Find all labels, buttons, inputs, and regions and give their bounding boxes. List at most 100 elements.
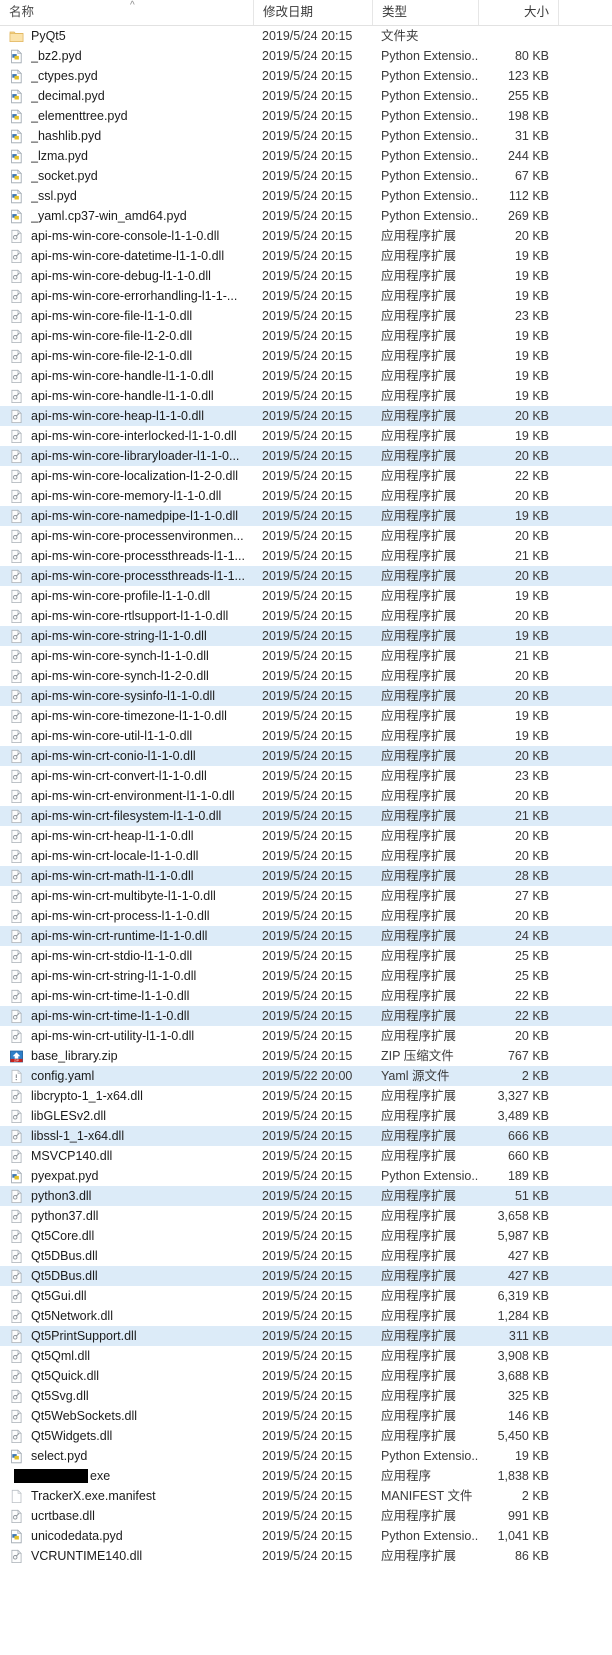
table-row[interactable]: api-ms-win-crt-multibyte-l1-1-0.dll 2019/…: [0, 886, 612, 906]
file-list[interactable]: PyQt5 2019/5/24 20:15 文件夹 _bz2.pyd 2019/5/24…: [0, 26, 612, 1566]
file-name-cell[interactable]: api-ms-win-core-synch-l1-1-0.dll: [0, 646, 253, 666]
file-name-cell[interactable]: libssl-1_1-x64.dll: [0, 1126, 253, 1146]
table-row[interactable]: unicodedata.pyd 2019/5/24 20:15 Python Ext…: [0, 1526, 612, 1546]
file-name-cell[interactable]: config.yaml: [0, 1066, 253, 1086]
file-name-cell[interactable]: api-ms-win-core-memory-l1-1-0.dll: [0, 486, 253, 506]
table-row[interactable]: api-ms-win-core-libraryloader-l1-1-0... 2…: [0, 446, 612, 466]
table-row[interactable]: api-ms-win-crt-environment-l1-1-0.dll 201…: [0, 786, 612, 806]
table-row[interactable]: python3.dll 2019/5/24 20:15 应用程序扩展 51 KB: [0, 1186, 612, 1206]
table-row[interactable]: api-ms-win-core-synch-l1-2-0.dll 2019/5/2…: [0, 666, 612, 686]
table-row[interactable]: api-ms-win-crt-stdio-l1-1-0.dll 2019/5/24…: [0, 946, 612, 966]
file-name-cell[interactable]: api-ms-win-crt-conio-l1-1-0.dll: [0, 746, 253, 766]
file-name-cell[interactable]: api-ms-win-core-profile-l1-1-0.dll: [0, 586, 253, 606]
table-row[interactable]: pyexpat.pyd 2019/5/24 20:15 Python Extensi…: [0, 1166, 612, 1186]
file-name-cell[interactable]: api-ms-win-crt-runtime-l1-1-0.dll: [0, 926, 253, 946]
table-row[interactable]: Qt5DBus.dll 2019/5/24 20:15 应用程序扩展 427 KB: [0, 1266, 612, 1286]
table-row[interactable]: api-ms-win-crt-conio-l1-1-0.dll 2019/5/24…: [0, 746, 612, 766]
file-name-cell[interactable]: api-ms-win-core-processthreads-l1-1...: [0, 566, 253, 586]
file-name-cell[interactable]: api-ms-win-core-synch-l1-2-0.dll: [0, 666, 253, 686]
table-row[interactable]: api-ms-win-core-memory-l1-1-0.dll 2019/5/…: [0, 486, 612, 506]
file-name-cell[interactable]: Qt5Quick.dll: [0, 1366, 253, 1386]
table-row[interactable]: api-ms-win-core-string-l1-1-0.dll 2019/5/…: [0, 626, 612, 646]
file-name-cell[interactable]: python37.dll: [0, 1206, 253, 1226]
file-name-cell[interactable]: api-ms-win-core-file-l2-1-0.dll: [0, 346, 253, 366]
table-row[interactable]: api-ms-win-core-localization-l1-2-0.dll 2…: [0, 466, 612, 486]
file-name-cell[interactable]: api-ms-win-crt-convert-l1-1-0.dll: [0, 766, 253, 786]
table-row[interactable]: api-ms-win-core-timezone-l1-1-0.dll 2019/…: [0, 706, 612, 726]
table-row[interactable]: Qt5Quick.dll 2019/5/24 20:15 应用程序扩展 3,688 K…: [0, 1366, 612, 1386]
file-name-cell[interactable]: exe: [0, 1466, 253, 1486]
file-name-cell[interactable]: api-ms-win-core-processenvironmen...: [0, 526, 253, 546]
table-row[interactable]: PyQt5 2019/5/24 20:15 文件夹: [0, 26, 612, 46]
file-name-cell[interactable]: PyQt5: [0, 26, 253, 46]
file-name-cell[interactable]: api-ms-win-core-file-l1-2-0.dll: [0, 326, 253, 346]
file-name-cell[interactable]: libcrypto-1_1-x64.dll: [0, 1086, 253, 1106]
table-row[interactable]: _bz2.pyd 2019/5/24 20:15 Python Extensio..…: [0, 46, 612, 66]
table-row[interactable]: api-ms-win-core-file-l2-1-0.dll 2019/5/24…: [0, 346, 612, 366]
table-row[interactable]: api-ms-win-crt-string-l1-1-0.dll 2019/5/2…: [0, 966, 612, 986]
table-row[interactable]: ZIP base_library.zip 2019/5/24 20:15 ZIP 压缩…: [0, 1046, 612, 1066]
table-row[interactable]: api-ms-win-crt-time-l1-1-0.dll 2019/5/24 …: [0, 1006, 612, 1026]
file-name-cell[interactable]: TrackerX.exe.manifest: [0, 1486, 253, 1506]
table-row[interactable]: api-ms-win-core-handle-l1-1-0.dll 2019/5/…: [0, 386, 612, 406]
file-name-cell[interactable]: Qt5WebSockets.dll: [0, 1406, 253, 1426]
table-row[interactable]: api-ms-win-crt-runtime-l1-1-0.dll 2019/5/…: [0, 926, 612, 946]
table-row[interactable]: libGLESv2.dll 2019/5/24 20:15 应用程序扩展 3,489 …: [0, 1106, 612, 1126]
table-row[interactable]: _ssl.pyd 2019/5/24 20:15 Python Extensio..…: [0, 186, 612, 206]
table-row[interactable]: api-ms-win-crt-locale-l1-1-0.dll 2019/5/2…: [0, 846, 612, 866]
file-name-cell[interactable]: api-ms-win-core-timezone-l1-1-0.dll: [0, 706, 253, 726]
table-row[interactable]: api-ms-win-crt-heap-l1-1-0.dll 2019/5/24 …: [0, 826, 612, 846]
table-row[interactable]: api-ms-win-core-util-l1-1-0.dll 2019/5/24…: [0, 726, 612, 746]
file-name-cell[interactable]: api-ms-win-core-processthreads-l1-1...: [0, 546, 253, 566]
table-row[interactable]: api-ms-win-core-debug-l1-1-0.dll 2019/5/2…: [0, 266, 612, 286]
file-name-cell[interactable]: api-ms-win-crt-heap-l1-1-0.dll: [0, 826, 253, 846]
table-row[interactable]: ucrtbase.dll 2019/5/24 20:15 应用程序扩展 991 KB: [0, 1506, 612, 1526]
file-name-cell[interactable]: api-ms-win-core-namedpipe-l1-1-0.dll: [0, 506, 253, 526]
file-name-cell[interactable]: _ssl.pyd: [0, 186, 253, 206]
table-row[interactable]: api-ms-win-core-handle-l1-1-0.dll 2019/5/…: [0, 366, 612, 386]
file-name-cell[interactable]: _socket.pyd: [0, 166, 253, 186]
table-row[interactable]: python37.dll 2019/5/24 20:15 应用程序扩展 3,658 K…: [0, 1206, 612, 1226]
table-row[interactable]: _hashlib.pyd 2019/5/24 20:15 Python Extens…: [0, 126, 612, 146]
table-row[interactable]: api-ms-win-core-synch-l1-1-0.dll 2019/5/2…: [0, 646, 612, 666]
file-name-cell[interactable]: api-ms-win-core-handle-l1-1-0.dll: [0, 386, 253, 406]
file-name-cell[interactable]: api-ms-win-crt-time-l1-1-0.dll: [0, 986, 253, 1006]
table-row[interactable]: _lzma.pyd 2019/5/24 20:15 Python Extensio.…: [0, 146, 612, 166]
file-name-cell[interactable]: Qt5Svg.dll: [0, 1386, 253, 1406]
table-row[interactable]: api-ms-win-core-processthreads-l1-1... 20…: [0, 546, 612, 566]
table-row[interactable]: api-ms-win-core-sysinfo-l1-1-0.dll 2019/5…: [0, 686, 612, 706]
table-row[interactable]: api-ms-win-core-errorhandling-l1-1-... 20…: [0, 286, 612, 306]
table-row[interactable]: Qt5WebSockets.dll 2019/5/24 20:15 应用程序扩展 14…: [0, 1406, 612, 1426]
file-name-cell[interactable]: ucrtbase.dll: [0, 1506, 253, 1526]
file-name-cell[interactable]: api-ms-win-core-sysinfo-l1-1-0.dll: [0, 686, 253, 706]
column-header-type[interactable]: 类型: [372, 0, 478, 25]
column-header-name[interactable]: 名称 ^: [0, 0, 253, 25]
file-name-cell[interactable]: api-ms-win-core-util-l1-1-0.dll: [0, 726, 253, 746]
table-row[interactable]: _socket.pyd 2019/5/24 20:15 Python Extensi…: [0, 166, 612, 186]
table-row[interactable]: Qt5PrintSupport.dll 2019/5/24 20:15 应用程序扩展…: [0, 1326, 612, 1346]
table-row[interactable]: config.yaml 2019/5/22 20:00 Yaml 源文件 2 KB: [0, 1066, 612, 1086]
file-name-cell[interactable]: api-ms-win-core-console-l1-1-0.dll: [0, 226, 253, 246]
table-row[interactable]: api-ms-win-core-heap-l1-1-0.dll 2019/5/24…: [0, 406, 612, 426]
table-row[interactable]: Qt5Core.dll 2019/5/24 20:15 应用程序扩展 5,987 KB: [0, 1226, 612, 1246]
file-name-cell[interactable]: api-ms-win-core-interlocked-l1-1-0.dll: [0, 426, 253, 446]
file-name-cell[interactable]: select.pyd: [0, 1446, 253, 1466]
table-row[interactable]: _ctypes.pyd 2019/5/24 20:15 Python Extensi…: [0, 66, 612, 86]
file-name-cell[interactable]: api-ms-win-core-datetime-l1-1-0.dll: [0, 246, 253, 266]
file-name-cell[interactable]: api-ms-win-crt-stdio-l1-1-0.dll: [0, 946, 253, 966]
table-row[interactable]: libssl-1_1-x64.dll 2019/5/24 20:15 应用程序扩展 6…: [0, 1126, 612, 1146]
table-row[interactable]: Qt5Svg.dll 2019/5/24 20:15 应用程序扩展 325 KB: [0, 1386, 612, 1406]
file-name-cell[interactable]: _hashlib.pyd: [0, 126, 253, 146]
file-name-cell[interactable]: api-ms-win-crt-string-l1-1-0.dll: [0, 966, 253, 986]
table-row[interactable]: exe 2019/5/24 20:15 应用程序 1,838 KB: [0, 1466, 612, 1486]
file-name-cell[interactable]: _bz2.pyd: [0, 46, 253, 66]
file-name-cell[interactable]: api-ms-win-core-heap-l1-1-0.dll: [0, 406, 253, 426]
table-row[interactable]: api-ms-win-crt-convert-l1-1-0.dll 2019/5/…: [0, 766, 612, 786]
file-name-cell[interactable]: api-ms-win-crt-filesystem-l1-1-0.dll: [0, 806, 253, 826]
table-row[interactable]: api-ms-win-crt-math-l1-1-0.dll 2019/5/24 …: [0, 866, 612, 886]
file-name-cell[interactable]: api-ms-win-crt-environment-l1-1-0.dll: [0, 786, 253, 806]
table-row[interactable]: Qt5Network.dll 2019/5/24 20:15 应用程序扩展 1,284…: [0, 1306, 612, 1326]
table-row[interactable]: api-ms-win-crt-process-l1-1-0.dll 2019/5/…: [0, 906, 612, 926]
table-row[interactable]: api-ms-win-core-file-l1-1-0.dll 2019/5/24…: [0, 306, 612, 326]
table-row[interactable]: api-ms-win-core-datetime-l1-1-0.dll 2019/…: [0, 246, 612, 266]
